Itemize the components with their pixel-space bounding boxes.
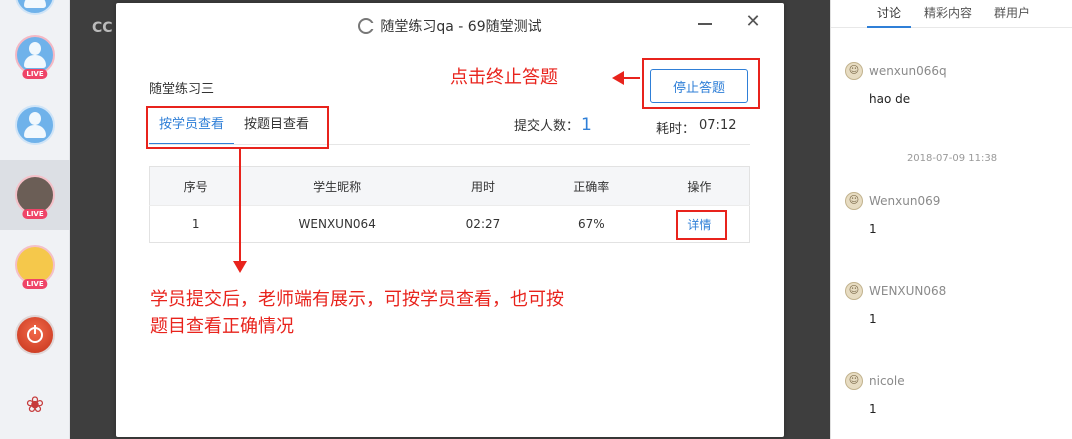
dialog-title: 随堂练习qa - 69随堂测试 (358, 16, 542, 36)
chat-panel: 讨论 精彩内容 群用户 ☺ wenxun066q hao de 2018-07-… (830, 0, 1072, 439)
practice-name: 随堂练习三 (149, 82, 215, 97)
mascot-logo-icon: ❀ (25, 392, 45, 418)
character-avatar-icon: LIVE (15, 175, 55, 219)
chat-username: WENXUN068 (869, 284, 947, 298)
elapsed-label: 耗时： (656, 122, 696, 137)
chat-avatar-icon: ☺ (845, 192, 863, 210)
live-badge: LIVE (22, 69, 48, 79)
chat-timestamp: 2018-07-09 11:38 (906, 153, 998, 164)
sidebar-item-live-2[interactable]: LIVE (0, 230, 70, 300)
chat-avatar-icon: ☺ (845, 62, 863, 80)
chat-username: nicole (869, 374, 905, 388)
stop-hint-arrow (612, 71, 640, 85)
dialog-title-text: 随堂练习qa - 69随堂测试 (380, 19, 542, 35)
chat-message: ☺ wenxun066q hao de (845, 62, 947, 106)
chat-message: ☺ nicole 1 (845, 372, 905, 416)
sidebar-item-live-active[interactable]: LIVE (0, 160, 70, 230)
power-button-icon (15, 315, 55, 355)
tab-discussion[interactable]: 讨论 (867, 0, 911, 28)
view-hint-arrow (233, 148, 247, 273)
stop-button-highlight (642, 58, 760, 109)
detail-highlight (676, 210, 727, 240)
chat-text: 1 (869, 312, 877, 326)
column-header-index: 序号 (149, 166, 242, 206)
column-header-action: 操作 (649, 166, 750, 206)
column-header-nickname: 学生昵称 (241, 166, 434, 206)
sidebar-item-power[interactable] (0, 300, 70, 370)
elapsed-time: 耗时： 07:12 (656, 118, 736, 137)
cell-nickname: WENXUN064 (241, 205, 434, 243)
submit-count-value: 1 (581, 115, 592, 135)
dialog-header: 随堂练习qa - 69随堂测试 (116, 3, 784, 49)
close-icon[interactable]: ✕ (744, 13, 762, 31)
chat-message: ☺ Wenxun069 1 (845, 192, 940, 236)
sidebar-item-mascot[interactable]: ❀ (0, 370, 70, 439)
sidebar-item-user[interactable] (0, 90, 70, 160)
chat-message: ☺ WENXUN068 1 (845, 282, 946, 326)
chat-text: 1 (869, 222, 877, 236)
view-hint-text-line1: 学员提交后，老师端有展示，可按学员查看，也可按 (150, 289, 564, 310)
chat-avatar-icon: ☺ (845, 282, 863, 300)
live-badge: LIVE (22, 209, 48, 219)
bear-avatar-icon: LIVE (15, 245, 55, 289)
chat-avatar-icon: ☺ (845, 372, 863, 390)
user-avatar-icon: LIVE (15, 35, 55, 79)
submit-count: 提交人数： 1 (514, 115, 592, 135)
user-avatar-icon (15, 105, 55, 145)
elapsed-value: 07:12 (699, 118, 737, 133)
column-header-duration: 用时 (433, 166, 533, 206)
room-label: CC (92, 20, 113, 36)
app-logo-icon (358, 18, 375, 34)
live-badge: LIVE (22, 279, 48, 289)
user-avatar-icon (15, 0, 55, 15)
tab-highlights[interactable]: 精彩内容 (917, 0, 979, 28)
cell-accuracy: 67% (532, 205, 650, 243)
stop-hint-text: 点击终止答题 (450, 67, 558, 88)
chat-tabs: 讨论 精彩内容 群用户 (831, 0, 1072, 28)
view-hint-text-line2: 题目查看正确情况 (150, 316, 294, 337)
cell-index: 1 (149, 205, 242, 243)
tabs-highlight (146, 106, 329, 149)
chat-username: Wenxun069 (869, 194, 941, 208)
column-header-accuracy: 正确率 (532, 166, 650, 206)
submit-count-label: 提交人数： (514, 119, 580, 134)
left-sidebar: LIVE LIVE LIVE ❀ (0, 0, 70, 439)
chat-text: hao de (869, 92, 911, 106)
chat-username: wenxun066q (869, 64, 947, 78)
tab-group-users[interactable]: 群用户 (985, 0, 1039, 28)
cell-duration: 02:27 (433, 205, 533, 243)
minimize-icon[interactable] (696, 15, 714, 33)
sidebar-item-live-1[interactable]: LIVE (0, 20, 70, 90)
chat-text: 1 (869, 402, 877, 416)
